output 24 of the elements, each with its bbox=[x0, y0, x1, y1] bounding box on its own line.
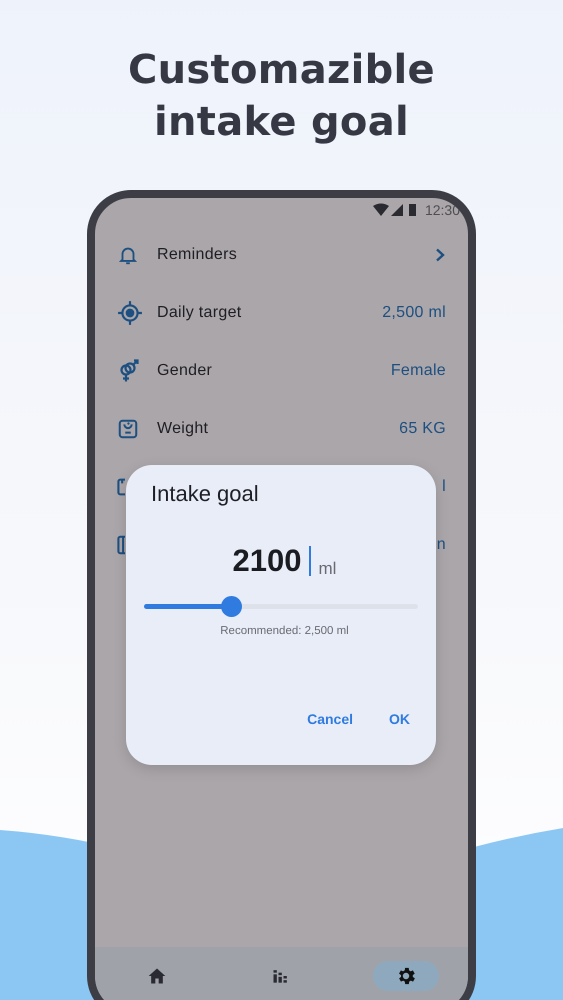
headline: Customazible intake goal bbox=[127, 46, 436, 147]
goal-value[interactable]: 2100 bbox=[232, 545, 302, 576]
setting-value: Female bbox=[390, 362, 446, 380]
setting-label: Daily target bbox=[157, 304, 243, 322]
nav-tab[interactable] bbox=[372, 961, 439, 991]
chevron-right-icon bbox=[434, 248, 446, 262]
scale-icon bbox=[117, 418, 139, 440]
setting-label: Gender bbox=[157, 362, 214, 380]
setting-label: Reminders bbox=[157, 246, 238, 264]
cancel-button[interactable]: Cancel bbox=[299, 705, 361, 733]
setting-value: n bbox=[436, 536, 446, 554]
setting-value: l bbox=[442, 478, 446, 496]
setting-value: 65 KG bbox=[399, 420, 446, 438]
target-icon bbox=[117, 300, 143, 326]
setting-label: Weight bbox=[157, 420, 210, 438]
recommendation-text: Recommended: 2,500 ml bbox=[219, 625, 350, 637]
text-cursor bbox=[308, 546, 310, 576]
dialog-title: Intake goal bbox=[151, 481, 260, 507]
home-icon bbox=[147, 966, 168, 986]
slider-track[interactable] bbox=[144, 604, 418, 609]
slider-thumb[interactable] bbox=[220, 596, 242, 617]
ok-button[interactable]: OK bbox=[381, 705, 418, 733]
unit-label: ml bbox=[318, 559, 336, 579]
setting-value: 2,500 ml bbox=[382, 304, 446, 322]
